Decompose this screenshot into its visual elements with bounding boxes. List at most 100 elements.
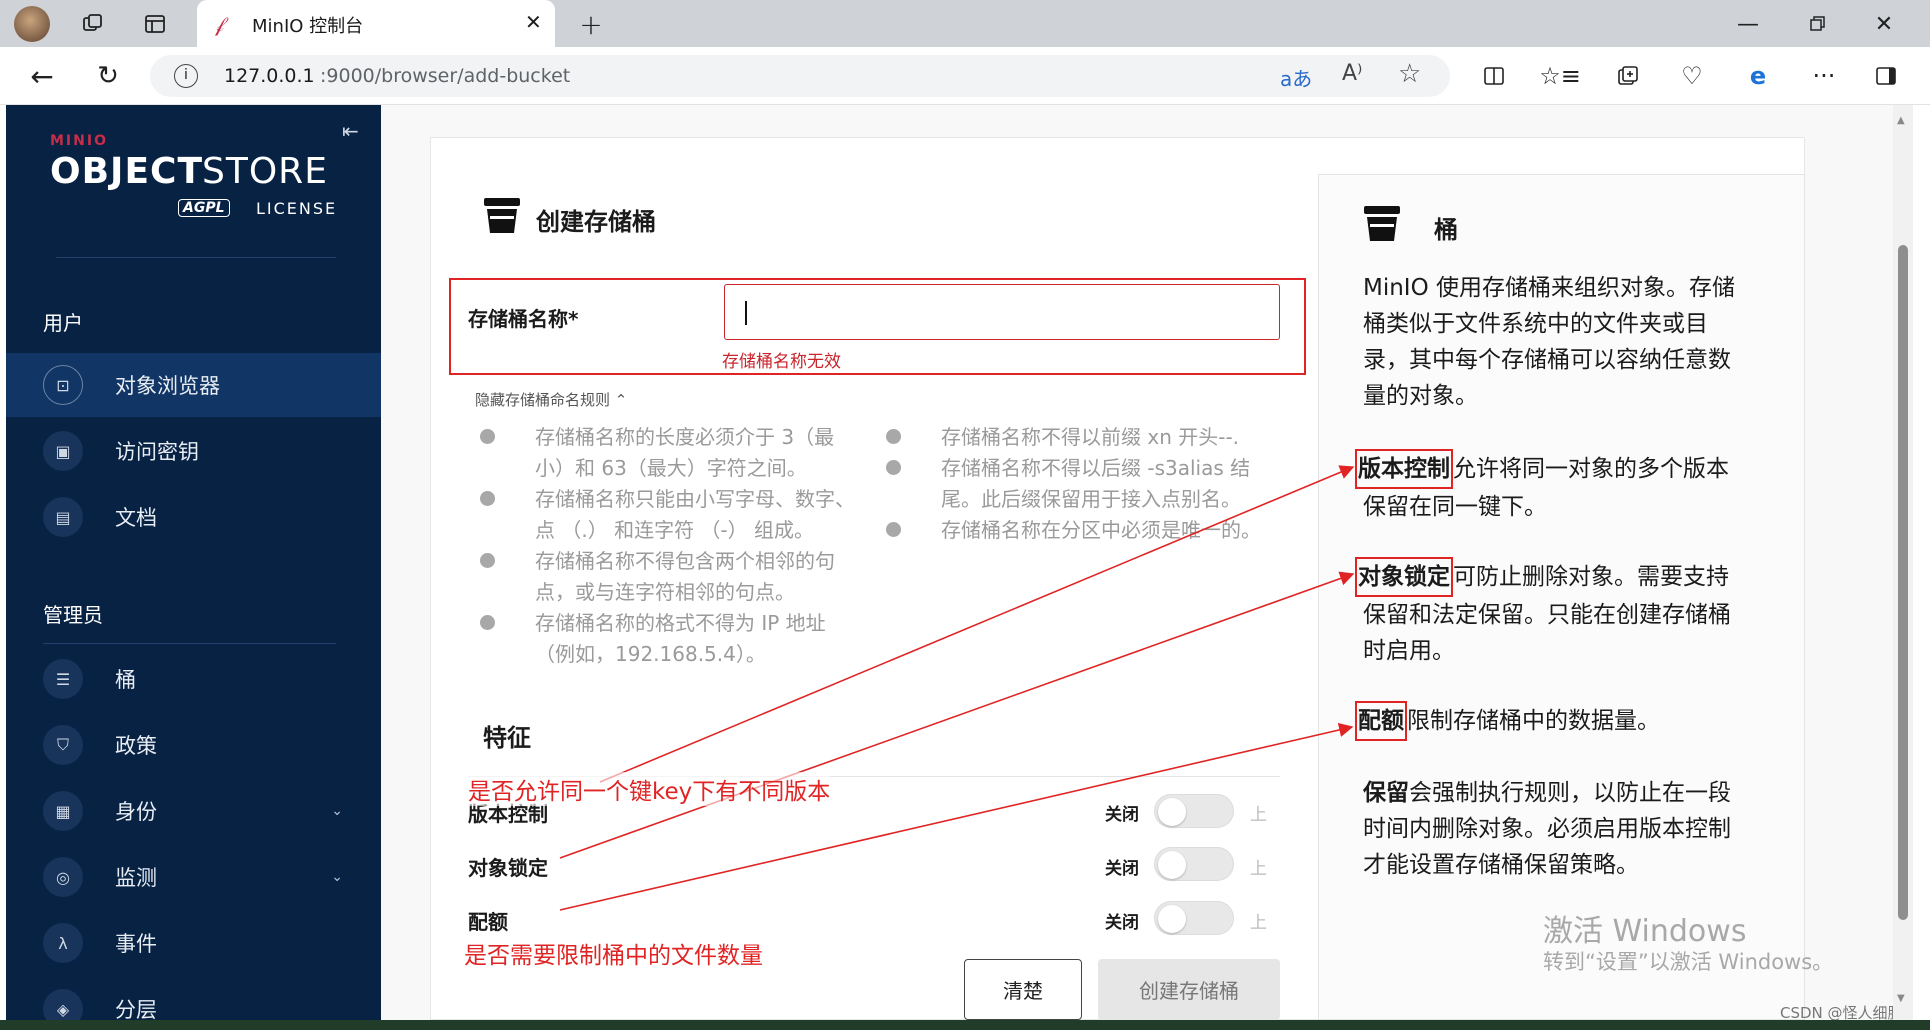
rule-line: （例如，192.168.5.4）。 (535, 642, 766, 666)
rule-line: 点 （.） 和连字符 （-） 组成。 (535, 518, 815, 542)
logo-product-light: STORE (202, 151, 328, 192)
page-scrollbar[interactable]: ▲ ▼ (1893, 105, 1913, 1020)
sidebar-item-object-browser[interactable]: ⊡ 对象浏览器 (6, 353, 381, 417)
sidebar-item-tiering[interactable]: ◈ 分层 (6, 977, 381, 1020)
favorites-icon[interactable]: ☆≡ (1539, 58, 1581, 94)
help-retention: 保留会强制执行规则，以防止在一段 时间内删除对象。必须启用版本控制 才能设置存储… (1363, 775, 1783, 883)
rule-line: 点，或与连字符相邻的句点。 (535, 580, 795, 604)
naming-rule-item: 存储桶名称在分区中必须是唯一的。 (941, 515, 1261, 546)
workspaces-icon[interactable] (76, 8, 110, 40)
site-info-icon[interactable]: i (174, 64, 198, 88)
sidebar-item-monitoring[interactable]: ◎ 监测 ⌄ (6, 845, 381, 909)
rule-line: 小）和 63（最大）字符之间。 (535, 456, 807, 480)
bucket-name-input[interactable] (724, 284, 1280, 340)
translate-icon[interactable]: aあ (1280, 63, 1312, 92)
browser-tab-minio[interactable]: 𝒻 MinIO 控制台 ✕ (197, 0, 555, 47)
form-title: 创建存储桶 (536, 208, 656, 236)
scroll-thumb[interactable] (1898, 245, 1908, 920)
documentation-icon: ▤ (43, 497, 83, 537)
sidebar-item-label: 对象浏览器 (115, 374, 220, 398)
sidebar-item-events[interactable]: λ 事件 (6, 911, 381, 975)
feature-state-object-lock: 关闭 (1105, 859, 1139, 879)
browser-essentials-icon[interactable]: ♡ (1674, 58, 1710, 94)
back-icon[interactable]: ← (24, 58, 60, 94)
help-line: 录，其中每个存储桶可以容纳任意数 (1363, 347, 1731, 373)
collections-icon[interactable] (1610, 58, 1646, 94)
rule-line: 存储桶名称不得包含两个相邻的句 (535, 549, 835, 573)
help-line: MinIO 使用存储桶来组织对象。存储 (1363, 275, 1736, 301)
versioning-toggle[interactable] (1154, 794, 1234, 828)
quota-toggle[interactable] (1154, 901, 1234, 935)
profile-avatar[interactable] (14, 6, 50, 42)
sidebar-item-label: 监测 (115, 866, 157, 890)
naming-rule-item: 存储桶名称的长度必须介于 3（最 小）和 63（最大）字符之间。 (535, 422, 834, 484)
more-menu-icon[interactable]: ··· (1806, 58, 1842, 94)
help-line: 保留在同一键下。 (1363, 494, 1547, 520)
policy-icon: ⛉ (43, 725, 83, 765)
chevron-down-icon[interactable]: ⌄ (331, 869, 343, 885)
help-term-quota: 配额 (1355, 701, 1407, 741)
scroll-down-icon[interactable]: ▼ (1897, 993, 1905, 1004)
rule-line: 尾。此后缀保留用于接入点别名。 (941, 487, 1241, 511)
help-term-versioning: 版本控制 (1355, 449, 1453, 489)
help-line: 允许将同一对象的多个版本 (1453, 456, 1729, 482)
help-line: 可防止删除对象。需要支持 (1453, 564, 1729, 590)
new-tab-icon[interactable]: + (573, 6, 609, 42)
help-versioning: 版本控制 允许将同一对象的多个版本 保留在同一键下。 (1355, 449, 1775, 525)
monitoring-icon: ◎ (43, 857, 83, 897)
rule-line: 存储桶名称在分区中必须是唯一的。 (941, 518, 1261, 542)
favorite-star-icon[interactable]: ☆ (1398, 59, 1421, 89)
edge-ie-mode-icon[interactable]: e (1740, 58, 1776, 94)
rule-bullet (886, 429, 901, 444)
sidebar-item-documentation[interactable]: ▤ 文档 (6, 485, 381, 549)
clear-button[interactable]: 清楚 (964, 959, 1082, 1020)
rule-bullet (886, 460, 901, 475)
window-close-icon[interactable]: ✕ (1866, 6, 1902, 42)
create-bucket-button[interactable]: 创建存储桶 (1098, 959, 1280, 1020)
sidebar-item-policies[interactable]: ⛉ 政策 (6, 713, 381, 777)
feature-on-label: 上 (1250, 859, 1267, 879)
hide-naming-rules-toggle[interactable]: 隐藏存储桶命名规则 ⌃ (475, 389, 627, 410)
scroll-up-icon[interactable]: ▲ (1897, 115, 1905, 126)
tab-actions-icon[interactable] (138, 8, 172, 40)
feature-state-quota: 关闭 (1105, 913, 1139, 933)
rule-line: 存储桶名称的格式不得为 IP 地址 (535, 611, 826, 635)
address-bar[interactable]: i 127.0.0.1 :9000/browser/add-bucket aあ … (150, 55, 1450, 97)
sidebar-item-buckets[interactable]: ☰ 桶 (6, 647, 381, 711)
bucket-icon (1362, 204, 1402, 244)
rule-bullet (480, 615, 495, 630)
sidebar-item-label: 身份 (115, 800, 157, 824)
object-browser-icon: ⊡ (43, 365, 83, 405)
chevron-up-icon: ⌃ (614, 391, 628, 409)
minimize-icon[interactable]: — (1730, 6, 1766, 42)
rule-bullet (886, 522, 901, 537)
taskbar-strip (0, 1020, 1930, 1030)
feature-state-versioning: 关闭 (1105, 805, 1139, 825)
tab-close-icon[interactable]: ✕ (525, 10, 542, 34)
sidebar-item-access-keys[interactable]: ▣ 访问密钥 (6, 419, 381, 483)
sidebar-item-label: 桶 (115, 668, 136, 692)
rule-bullet (480, 553, 495, 568)
rule-bullet (480, 491, 495, 506)
windows-activation-subtitle: 转到“设置”以激活 Windows。 (1543, 950, 1834, 974)
sidebar-toggle-icon[interactable] (1868, 58, 1904, 94)
rule-line: 存储桶名称只能由小写字母、数字、 (535, 487, 855, 511)
sidebar-item-label: 政策 (115, 734, 157, 758)
restore-icon[interactable] (1800, 6, 1836, 42)
sidebar-item-label: 文档 (115, 506, 157, 530)
minio-logo: MINIO OBJECT STORE AGPL LICENSE (50, 133, 350, 223)
read-aloud-icon[interactable]: A⁾ (1342, 61, 1362, 86)
naming-rule-item: 存储桶名称的格式不得为 IP 地址 （例如，192.168.5.4）。 (535, 608, 826, 670)
help-intro: MinIO 使用存储桶来组织对象。存储 桶类似于文件系统中的文件夹或目 录，其中… (1363, 270, 1763, 414)
refresh-icon[interactable]: ↻ (90, 58, 126, 94)
logo-license-text: LICENSE (256, 199, 338, 218)
annotation-quota-note: 是否需要限制桶中的文件数量 (464, 943, 763, 969)
object-lock-toggle[interactable] (1154, 847, 1234, 881)
split-screen-icon[interactable] (1476, 58, 1512, 94)
logo-product-bold: OBJECT (50, 151, 204, 192)
sidebar-item-identity[interactable]: ▦ 身份 ⌄ (6, 779, 381, 843)
features-title: 特征 (483, 724, 531, 752)
help-line: 会强制执行规则，以防止在一段 (1409, 780, 1731, 806)
chevron-down-icon[interactable]: ⌄ (331, 803, 343, 819)
collapse-sidebar-icon[interactable]: ⇤ (342, 119, 359, 143)
